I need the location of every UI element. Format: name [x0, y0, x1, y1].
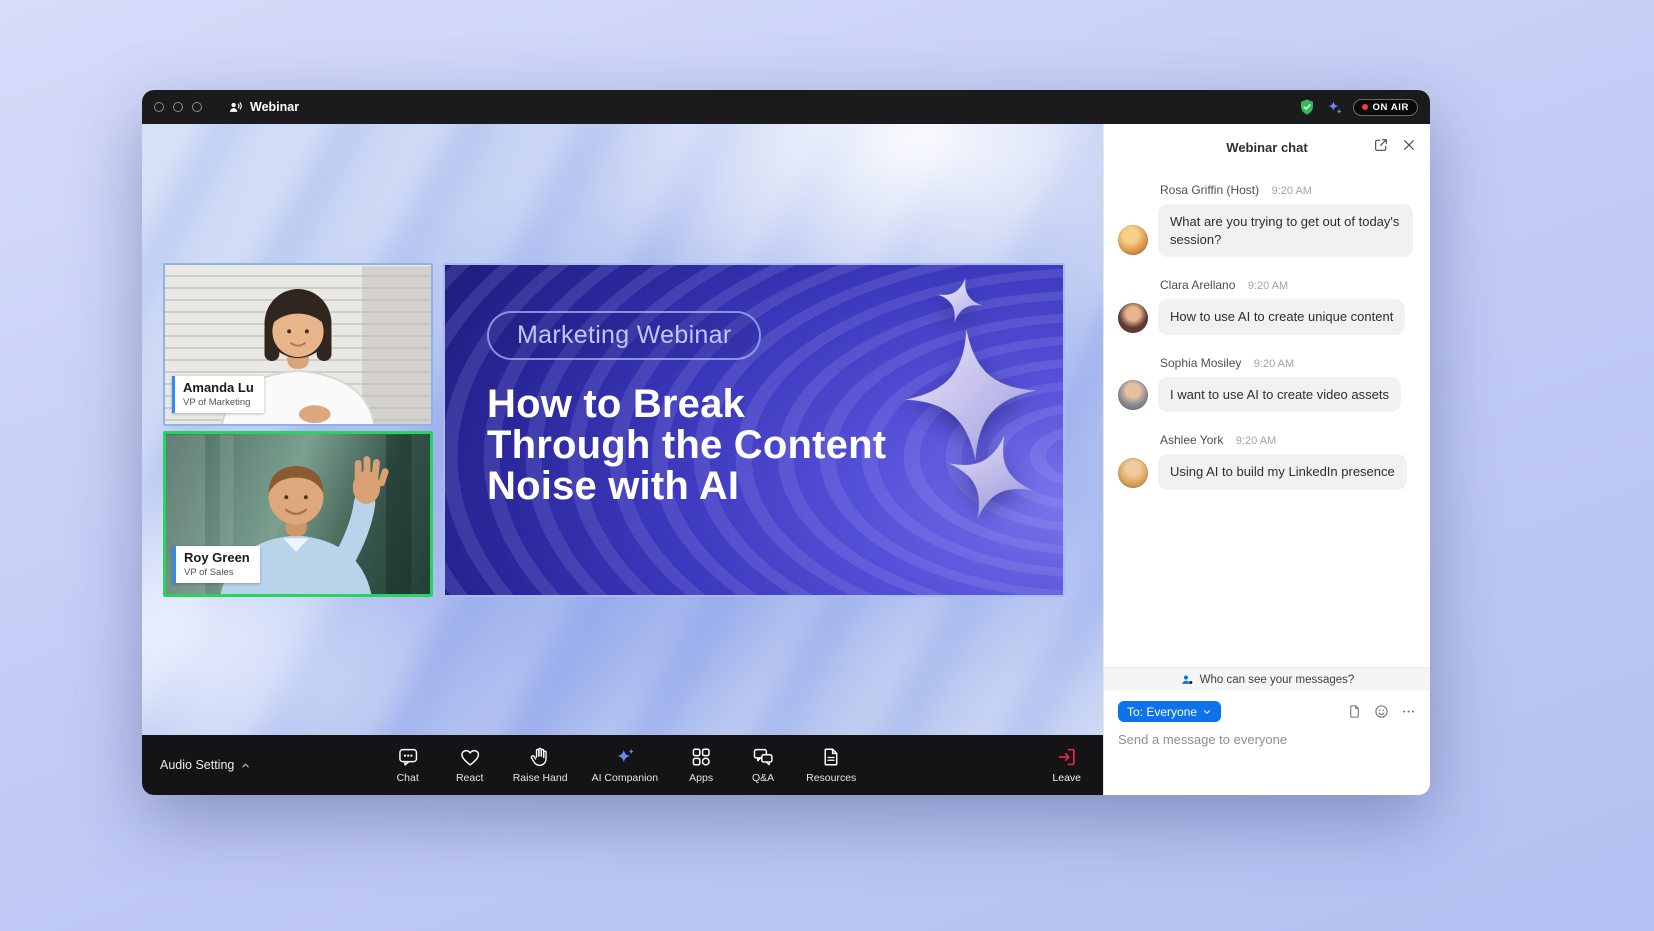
avatar-ashlee	[1118, 458, 1148, 488]
video-tile-roy[interactable]: Roy Green VP of Sales	[163, 431, 433, 597]
on-air-badge: ON AIR	[1353, 99, 1419, 116]
message-time: 9:20 AM	[1236, 435, 1276, 447]
video-stage: Amanda Lu VP of Marketing	[142, 124, 1103, 735]
message-time: 9:20 AM	[1272, 185, 1312, 197]
message-author: Clara Arellano	[1160, 278, 1235, 292]
chevron-up-icon	[240, 760, 251, 771]
presentation-slide: Marketing Webinar How to Break Through t…	[443, 263, 1065, 597]
chat-message: Rosa Griffin (Host) 9:20 AM What are you…	[1118, 181, 1416, 257]
chat-title: Webinar chat	[1226, 140, 1307, 155]
heart-icon	[459, 746, 481, 768]
sparkle-shape-small	[932, 272, 988, 328]
leave-icon	[1056, 746, 1078, 768]
window-minimize-button[interactable]	[173, 102, 183, 112]
message-author: Ashlee York	[1160, 433, 1223, 447]
visibility-note[interactable]: Who can see your messages?	[1104, 667, 1430, 691]
slide-heading: How to Break Through the Content Noise w…	[487, 384, 1063, 508]
window-title: Webinar	[250, 100, 299, 114]
participant-name: Amanda Lu	[183, 380, 254, 396]
meeting-toolbar: Audio Setting Chat	[142, 735, 1103, 795]
more-options-icon[interactable]	[1401, 704, 1416, 719]
toolbar-raise-hand-button[interactable]: Raise Hand	[504, 740, 577, 790]
window-title-group: Webinar	[228, 100, 299, 115]
video-tile-amanda[interactable]: Amanda Lu VP of Marketing	[163, 263, 433, 426]
close-icon[interactable]	[1401, 137, 1417, 153]
people-icon	[1180, 673, 1194, 687]
slide-heading-line: Noise with AI	[487, 466, 1063, 507]
leave-button[interactable]: Leave	[1048, 740, 1085, 790]
slide-heading-line: Through the Content	[487, 425, 1063, 466]
toolbar-qa-button[interactable]: Q&A	[735, 740, 791, 790]
audio-setting-button[interactable]: Audio Setting	[160, 758, 251, 772]
message-author: Rosa Griffin (Host)	[1160, 183, 1259, 197]
avatar-clara	[1118, 303, 1148, 333]
window-titlebar: Webinar ON AIR	[142, 90, 1430, 124]
message-bubble: What are you trying to get out of today'…	[1158, 204, 1413, 257]
security-shield-icon[interactable]	[1298, 98, 1316, 116]
apps-icon	[690, 746, 712, 768]
chat-icon	[397, 746, 419, 768]
on-air-dot	[1362, 104, 1368, 110]
chat-footer: Who can see your messages? To: Everyone	[1104, 667, 1430, 795]
chat-header: Webinar chat	[1104, 124, 1430, 167]
chat-message-list[interactable]: Rosa Griffin (Host) 9:20 AM What are you…	[1104, 167, 1430, 667]
message-author: Sophia Mosiley	[1160, 356, 1241, 370]
slide-badge: Marketing Webinar	[487, 311, 761, 360]
window-controls	[154, 102, 202, 112]
message-time: 9:20 AM	[1248, 280, 1288, 292]
ai-companion-icon	[614, 746, 636, 768]
chat-message: Sophia Mosiley 9:20 AM I want to use AI …	[1118, 354, 1416, 413]
chat-message: Ashlee York 9:20 AM Using AI to build my…	[1118, 431, 1416, 490]
webinar-window: Webinar ON AIR	[142, 90, 1430, 795]
visibility-note-text: Who can see your messages?	[1200, 674, 1355, 686]
toolbar-apps-button[interactable]: Apps	[673, 740, 729, 790]
toolbar-ai-companion-button[interactable]: AI Companion	[583, 740, 668, 790]
resources-icon	[820, 746, 842, 768]
window-zoom-button[interactable]	[192, 102, 202, 112]
message-input[interactable]	[1118, 732, 1416, 795]
ai-sparkle-icon[interactable]	[1326, 99, 1343, 116]
qa-icon	[752, 746, 774, 768]
message-bubble: I want to use AI to create video assets	[1158, 377, 1401, 413]
file-icon[interactable]	[1347, 704, 1362, 719]
toolbar-chat-button[interactable]: Chat	[380, 740, 436, 790]
participant-role: VP of Sales	[184, 567, 250, 578]
participant-role: VP of Marketing	[183, 397, 254, 408]
recipient-label: To: Everyone	[1127, 705, 1197, 719]
message-bubble: How to use AI to create unique content	[1158, 299, 1405, 335]
chevron-down-icon	[1202, 707, 1212, 717]
message-bubble: Using AI to build my LinkedIn presence	[1158, 454, 1407, 490]
participant-name: Roy Green	[184, 550, 250, 566]
composer: To: Everyone	[1104, 691, 1430, 795]
recipient-selector[interactable]: To: Everyone	[1118, 701, 1221, 722]
raise-hand-icon	[529, 746, 551, 768]
audio-setting-label: Audio Setting	[160, 758, 234, 772]
message-time: 9:20 AM	[1254, 358, 1294, 370]
on-air-label: ON AIR	[1373, 102, 1410, 113]
chat-panel: Webinar chat	[1103, 124, 1430, 795]
toolbar-center-group: Chat React	[380, 740, 866, 790]
titlebar-right: ON AIR	[1298, 98, 1419, 116]
avatar-sophia	[1118, 380, 1148, 410]
emoji-icon[interactable]	[1374, 704, 1389, 719]
pop-out-icon[interactable]	[1373, 137, 1389, 153]
toolbar-react-button[interactable]: React	[442, 740, 498, 790]
name-tag-roy: Roy Green VP of Sales	[173, 546, 260, 583]
name-tag-amanda: Amanda Lu VP of Marketing	[172, 376, 264, 413]
window-close-button[interactable]	[154, 102, 164, 112]
slide-heading-line: How to Break	[487, 384, 1063, 425]
avatar-rosa	[1118, 225, 1148, 255]
toolbar-resources-button[interactable]: Resources	[797, 740, 865, 790]
webinar-icon	[228, 100, 243, 115]
chat-message: Clara Arellano 9:20 AM How to use AI to …	[1118, 276, 1416, 335]
